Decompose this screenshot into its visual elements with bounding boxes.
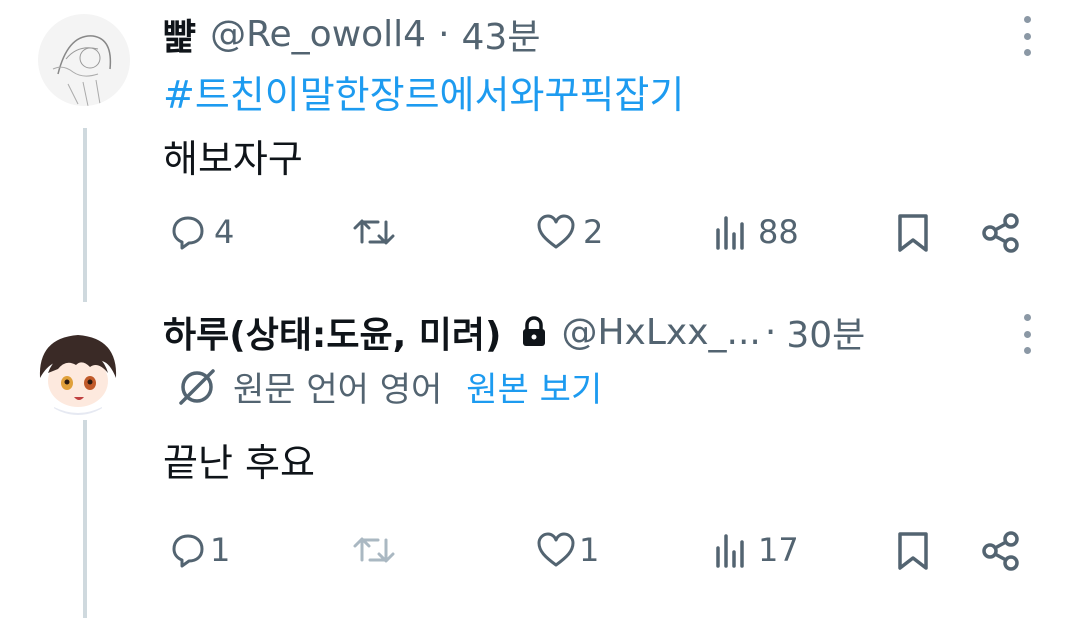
bookmark-button[interactable] bbox=[895, 212, 931, 254]
avatar-sketch-image bbox=[38, 14, 130, 106]
hashtag-link[interactable]: #트친이말한장르에서와꾸픽잡기 bbox=[163, 64, 684, 119]
share-icon bbox=[982, 531, 1019, 571]
avatar[interactable] bbox=[32, 323, 124, 415]
view-count: 88 bbox=[758, 213, 799, 251]
reply-count: 4 bbox=[214, 213, 235, 251]
bookmark-button[interactable] bbox=[895, 530, 931, 572]
reply-icon bbox=[172, 216, 204, 250]
translation-notice: 원문 언어 영어 원본 보기 bbox=[175, 362, 602, 411]
display-name[interactable]: 뺥 bbox=[163, 8, 196, 60]
retweet-button[interactable] bbox=[350, 530, 404, 570]
retweet-icon bbox=[353, 537, 395, 563]
views-icon bbox=[716, 216, 744, 250]
like-icon bbox=[537, 214, 575, 249]
share-icon bbox=[982, 213, 1019, 253]
view-count: 17 bbox=[758, 531, 799, 569]
thread-line-2 bbox=[83, 420, 87, 618]
tweet-header: 뺥 @Re_owoll4 · 43분 bbox=[163, 8, 540, 60]
share-button[interactable] bbox=[980, 530, 1022, 572]
timestamp[interactable]: 43분 bbox=[462, 8, 541, 60]
tweet-text: 끝난 후요 bbox=[163, 441, 315, 485]
reply-count: 1 bbox=[210, 531, 231, 569]
views-button[interactable]: 17 bbox=[712, 530, 799, 570]
bookmark-icon bbox=[898, 532, 928, 570]
views-icon bbox=[716, 534, 744, 568]
thread-line-1 bbox=[83, 128, 87, 302]
like-count: 1 bbox=[579, 531, 600, 569]
tweet-text: 해보자구 bbox=[163, 137, 303, 181]
more-icon[interactable] bbox=[1017, 314, 1037, 354]
reply-button[interactable]: 4 bbox=[168, 212, 234, 252]
retweet-button[interactable] bbox=[350, 212, 404, 252]
handle[interactable]: @Re_owoll4 bbox=[210, 14, 426, 55]
globe-slash-icon bbox=[179, 368, 215, 405]
lock-icon bbox=[523, 316, 546, 346]
avatar-character-image bbox=[32, 323, 124, 415]
reply-button[interactable]: 1 bbox=[168, 530, 230, 570]
handle[interactable]: @HxLxx_... bbox=[561, 312, 760, 353]
display-name[interactable]: 하루(상태:도윤, 미려) bbox=[163, 306, 501, 358]
retweet-icon bbox=[353, 219, 395, 245]
avatar[interactable] bbox=[38, 14, 130, 106]
views-button[interactable]: 88 bbox=[712, 212, 799, 252]
more-icon[interactable] bbox=[1017, 16, 1037, 56]
like-button[interactable]: 2 bbox=[535, 212, 603, 252]
tweet-header: 하루(상태:도윤, 미려) @HxLxx_... · 30분 bbox=[163, 306, 865, 358]
translation-language: 원문 언어 영어 bbox=[233, 370, 443, 410]
separator: · bbox=[438, 13, 450, 55]
timestamp[interactable]: 30분 bbox=[786, 306, 865, 358]
bookmark-icon bbox=[898, 214, 928, 252]
separator: · bbox=[764, 311, 777, 353]
like-button[interactable]: 1 bbox=[535, 530, 599, 570]
reply-icon bbox=[172, 534, 204, 568]
share-button[interactable] bbox=[980, 212, 1022, 254]
like-icon bbox=[537, 532, 575, 567]
show-original-link[interactable]: 원본 보기 bbox=[466, 362, 602, 411]
like-count: 2 bbox=[583, 213, 604, 251]
